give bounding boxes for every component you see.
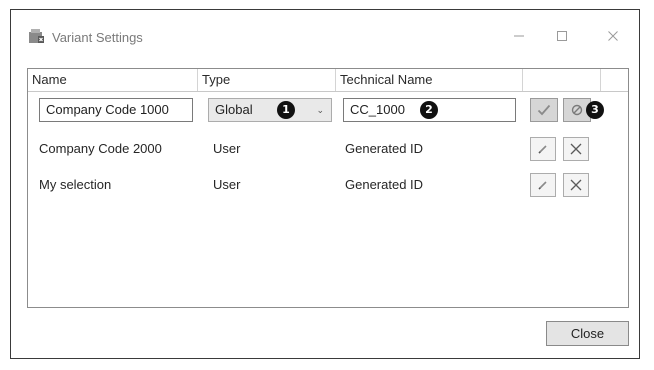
delete-button[interactable] — [563, 173, 589, 197]
close-window-button[interactable] — [598, 23, 628, 49]
close-x-icon — [570, 179, 582, 191]
pencil-icon — [538, 181, 547, 190]
window-title: Variant Settings — [52, 30, 143, 45]
maximize-button[interactable] — [547, 23, 577, 49]
maximize-icon — [557, 31, 567, 41]
chevron-down-icon: ⌄ — [316, 105, 324, 115]
variant-type: User — [213, 177, 241, 192]
cancel-icon — [571, 104, 583, 116]
variant-name: Company Code 2000 — [39, 141, 162, 156]
variant-name-input[interactable]: Company Code 1000 — [39, 98, 193, 122]
close-x-icon — [570, 143, 582, 155]
minimize-icon — [514, 35, 524, 37]
minimize-button[interactable] — [504, 23, 534, 49]
callout-badge-1: 1 — [277, 101, 295, 119]
technical-name: Generated ID — [345, 177, 424, 192]
table-row: Company Code 1000 Global ⌄ 1 CC_1000 2 3 — [28, 95, 628, 125]
pencil-icon — [538, 145, 547, 154]
column-header-filler — [601, 69, 628, 91]
column-header-technical-name[interactable]: Technical Name — [336, 69, 523, 91]
column-header-type[interactable]: Type — [198, 69, 336, 91]
technical-name: Generated ID — [345, 141, 424, 156]
edit-button[interactable] — [530, 173, 556, 197]
title-bar: Variant Settings — [11, 10, 639, 55]
variant-type-value: Global — [215, 102, 253, 117]
confirm-button[interactable] — [530, 98, 558, 122]
callout-badge-3: 3 — [586, 101, 604, 119]
close-icon — [608, 31, 618, 41]
variant-type: User — [213, 141, 241, 156]
delete-button[interactable] — [563, 137, 589, 161]
column-header-name[interactable]: Name — [28, 69, 198, 91]
table-header: Name Type Technical Name — [28, 69, 628, 92]
variant-settings-dialog: Variant Settings Name Type Technical Nam… — [10, 9, 640, 359]
column-header-actions — [523, 69, 601, 91]
variant-app-icon — [28, 27, 45, 44]
edit-button[interactable] — [530, 137, 556, 161]
callout-badge-2: 2 — [420, 101, 438, 119]
table-row[interactable]: Company Code 2000 User Generated ID — [28, 134, 628, 164]
close-button[interactable]: Close — [546, 321, 629, 346]
variant-name: My selection — [39, 177, 112, 192]
variant-type-select[interactable]: Global ⌄ — [208, 98, 332, 122]
variants-table: Name Type Technical Name Company Code 10… — [27, 68, 629, 308]
checkmark-icon — [537, 104, 551, 116]
table-row[interactable]: My selection User Generated ID — [28, 170, 628, 200]
